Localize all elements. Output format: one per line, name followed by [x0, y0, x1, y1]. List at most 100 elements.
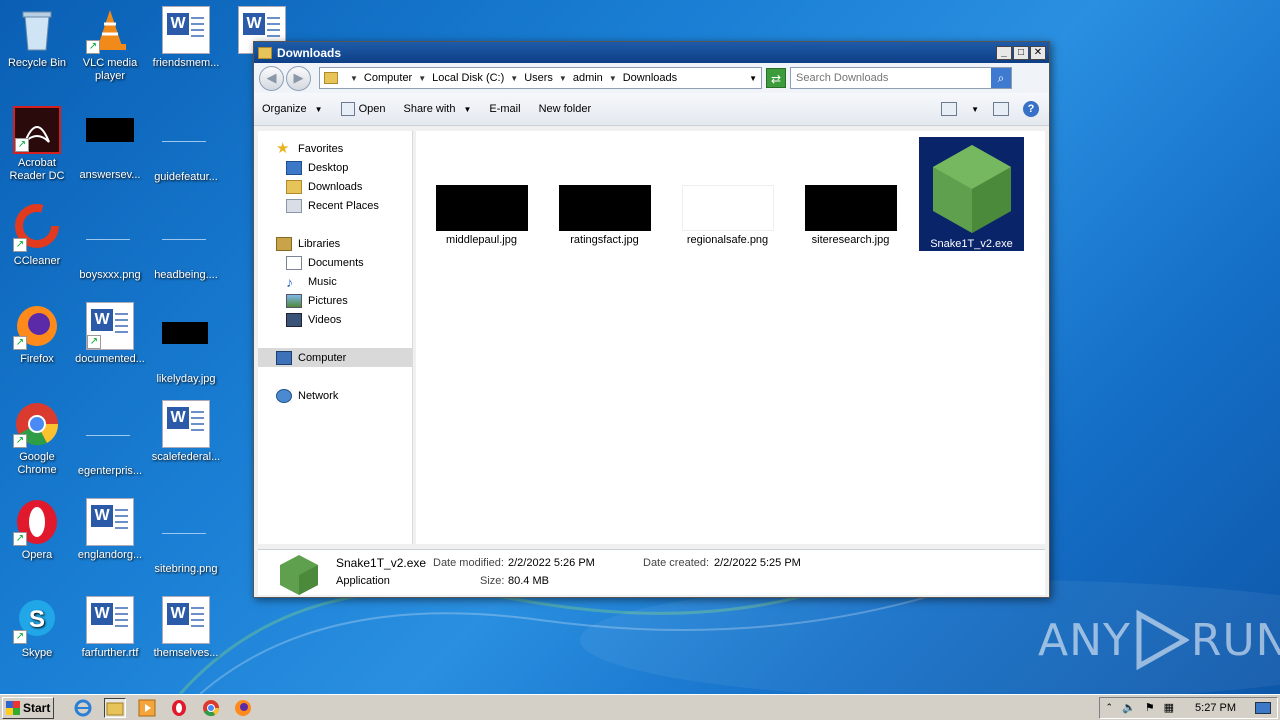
clock[interactable]: 5:27 PM [1195, 702, 1236, 714]
preview-pane-icon[interactable] [993, 102, 1009, 116]
breadcrumb-chevron-icon[interactable]: ▼ [510, 74, 518, 83]
nav-videos[interactable]: Videos [258, 310, 412, 329]
show-desktop-icon[interactable] [1255, 701, 1271, 714]
desktop-icon-guidefeatur[interactable]: guidefeatur... [149, 106, 223, 184]
new-folder-button[interactable]: New folder [539, 103, 592, 115]
file-item[interactable]: middlepaul.jpg [429, 185, 534, 246]
svg-text:S: S [29, 606, 45, 633]
breadcrumb-chevron-icon[interactable]: ▼ [350, 74, 358, 83]
desktop-icon-egenterpris[interactable]: egenterpris... [73, 400, 147, 478]
view-options-icon[interactable] [941, 102, 958, 116]
file-item[interactable]: siteresearch.jpg [798, 185, 903, 246]
desktop-icon-sitebring[interactable]: sitebring.png [149, 498, 223, 576]
navigation-pane: ★ Favorites Desktop Downloads Recent Pla… [258, 131, 413, 544]
desktop-icon-headbeing[interactable]: headbeing.... [149, 204, 223, 282]
desktop-icon-themselves[interactable]: themselves... [149, 596, 223, 660]
folder-icon [258, 46, 272, 59]
organize-button[interactable]: Organize ▼ [262, 103, 323, 115]
desktop-icon-firefox[interactable]: ↗ Firefox [0, 302, 74, 366]
start-button[interactable]: Start [2, 696, 54, 719]
breadcrumb-users[interactable]: Users [524, 72, 553, 84]
desktop-icon-skype[interactable]: S ↗ Skype [0, 596, 74, 660]
nav-downloads[interactable]: Downloads [258, 177, 412, 196]
breadcrumb-chevron-icon[interactable]: ▼ [609, 74, 617, 83]
back-button[interactable]: ◀ [259, 65, 284, 91]
desktop-icon-acrobat[interactable]: ↗ Acrobat Reader DC [0, 106, 74, 183]
nav-documents[interactable]: Documents [258, 253, 412, 272]
word-document-icon [86, 596, 134, 644]
desktop-icon-scalefederal[interactable]: scalefederal... [149, 400, 223, 464]
explorer-window[interactable]: Downloads _ □ ✕ ◀ ▶ ▼ Computer ▼ Local D… [253, 41, 1050, 598]
title-bar[interactable]: Downloads _ □ ✕ [254, 42, 1049, 63]
desktop-icon-vlc[interactable]: ↗ VLC media player [73, 6, 147, 83]
desktop-icon-likelyday[interactable]: likelyday.jpg [149, 302, 223, 386]
nav-pictures[interactable]: Pictures [258, 291, 412, 310]
view-chevron-down-icon[interactable]: ▼ [971, 105, 979, 114]
media-player-icon[interactable] [136, 698, 158, 718]
desktop-icon-answersev[interactable]: answersev... [73, 106, 147, 182]
file-item[interactable]: ratingsfact.jpg [552, 185, 657, 246]
breadcrumb-admin[interactable]: admin [573, 72, 603, 84]
desktop-icon-recycle-bin[interactable]: Recycle Bin [0, 6, 74, 70]
desktop-icon-label: Opera [21, 549, 53, 561]
forward-button[interactable]: ▶ [286, 65, 311, 91]
nav-network[interactable]: Network [258, 386, 412, 405]
maximize-button[interactable]: □ [1013, 45, 1029, 60]
file-list[interactable]: middlepaul.jpg ratingsfact.jpg regionals… [416, 131, 1045, 544]
desktop-icon-label: friendsmem... [152, 57, 220, 69]
help-icon[interactable]: ? [1023, 101, 1039, 117]
details-size-label: Size: [480, 575, 505, 587]
desktop-icon-label: Recycle Bin [7, 57, 67, 69]
search-icon[interactable]: ⌕ [991, 68, 1011, 88]
desktop-icon-ccleaner[interactable]: ↗ CCleaner [0, 204, 74, 268]
volume-icon[interactable]: 🔈 [1122, 701, 1136, 714]
nav-desktop[interactable]: Desktop [258, 158, 412, 177]
word-document-icon [162, 6, 210, 54]
opera-icon[interactable] [168, 698, 190, 718]
search-box[interactable]: ⌕ [790, 67, 1012, 89]
breadcrumb-chevron-icon[interactable]: ▼ [418, 74, 426, 83]
firefox-icon[interactable] [232, 698, 254, 718]
nav-label: Libraries [298, 237, 341, 250]
breadcrumb[interactable]: ▼ Computer ▼ Local Disk (C:) ▼ Users ▼ a… [319, 67, 762, 89]
nav-computer[interactable]: Computer [258, 348, 412, 367]
show-hidden-icons-icon[interactable]: ⌃ [1106, 702, 1114, 713]
breadcrumb-chevron-icon[interactable]: ▼ [559, 74, 567, 83]
network-tray-icon[interactable]: ▦ [1164, 701, 1174, 714]
nav-label: Recent Places [308, 199, 379, 212]
desktop-icon-boysxxx[interactable]: boysxxx.png [73, 204, 147, 282]
action-center-flag-icon[interactable]: ⚑ [1145, 701, 1155, 714]
nav-music[interactable]: ♪ Music [258, 272, 412, 291]
desktop-icon-englandorg[interactable]: englandorg... [73, 498, 147, 562]
nav-label: Pictures [308, 294, 348, 307]
desktop-icon-friendsmem[interactable]: friendsmem... [149, 6, 223, 70]
search-input[interactable] [796, 72, 991, 84]
minimize-button[interactable]: _ [996, 45, 1012, 60]
nav-favorites[interactable]: ★ Favorites [258, 139, 412, 158]
breadcrumb-computer[interactable]: Computer [364, 72, 412, 84]
desktop-icon-documented[interactable]: ↗ documented... [73, 302, 147, 366]
details-pane: Snake1T_v2.exe Application Date modified… [258, 549, 1045, 595]
explorer-folder-icon[interactable] [104, 697, 126, 718]
image-file-icon [162, 322, 210, 370]
breadcrumb-local-disk[interactable]: Local Disk (C:) [432, 72, 504, 84]
close-button[interactable]: ✕ [1030, 45, 1046, 60]
nav-recent-places[interactable]: Recent Places [258, 196, 412, 215]
desktop-icon-farfurther[interactable]: farfurther.rtf [73, 596, 147, 660]
internet-explorer-icon[interactable] [72, 698, 94, 718]
address-dropdown-icon[interactable]: ▼ [749, 74, 757, 83]
chrome-icon[interactable] [200, 698, 222, 718]
nav-libraries[interactable]: Libraries [258, 234, 412, 253]
refresh-button[interactable]: ⇄ [766, 68, 786, 88]
email-button[interactable]: E-mail [489, 103, 520, 115]
file-item-selected[interactable]: Snake1T_v2.exe [919, 137, 1024, 251]
breadcrumb-downloads[interactable]: Downloads [623, 72, 677, 84]
desktop-icon-chrome[interactable]: ↗ Google Chrome [0, 400, 74, 477]
file-item[interactable]: regionalsafe.png [675, 185, 780, 246]
share-with-button[interactable]: Share with ▼ [403, 103, 471, 115]
shortcut-arrow-icon: ↗ [87, 335, 101, 349]
nav-label: Videos [308, 313, 342, 326]
desktop-icon-opera[interactable]: ↗ Opera [0, 498, 74, 562]
open-button[interactable]: Open [340, 102, 385, 116]
image-file-icon [162, 512, 210, 560]
